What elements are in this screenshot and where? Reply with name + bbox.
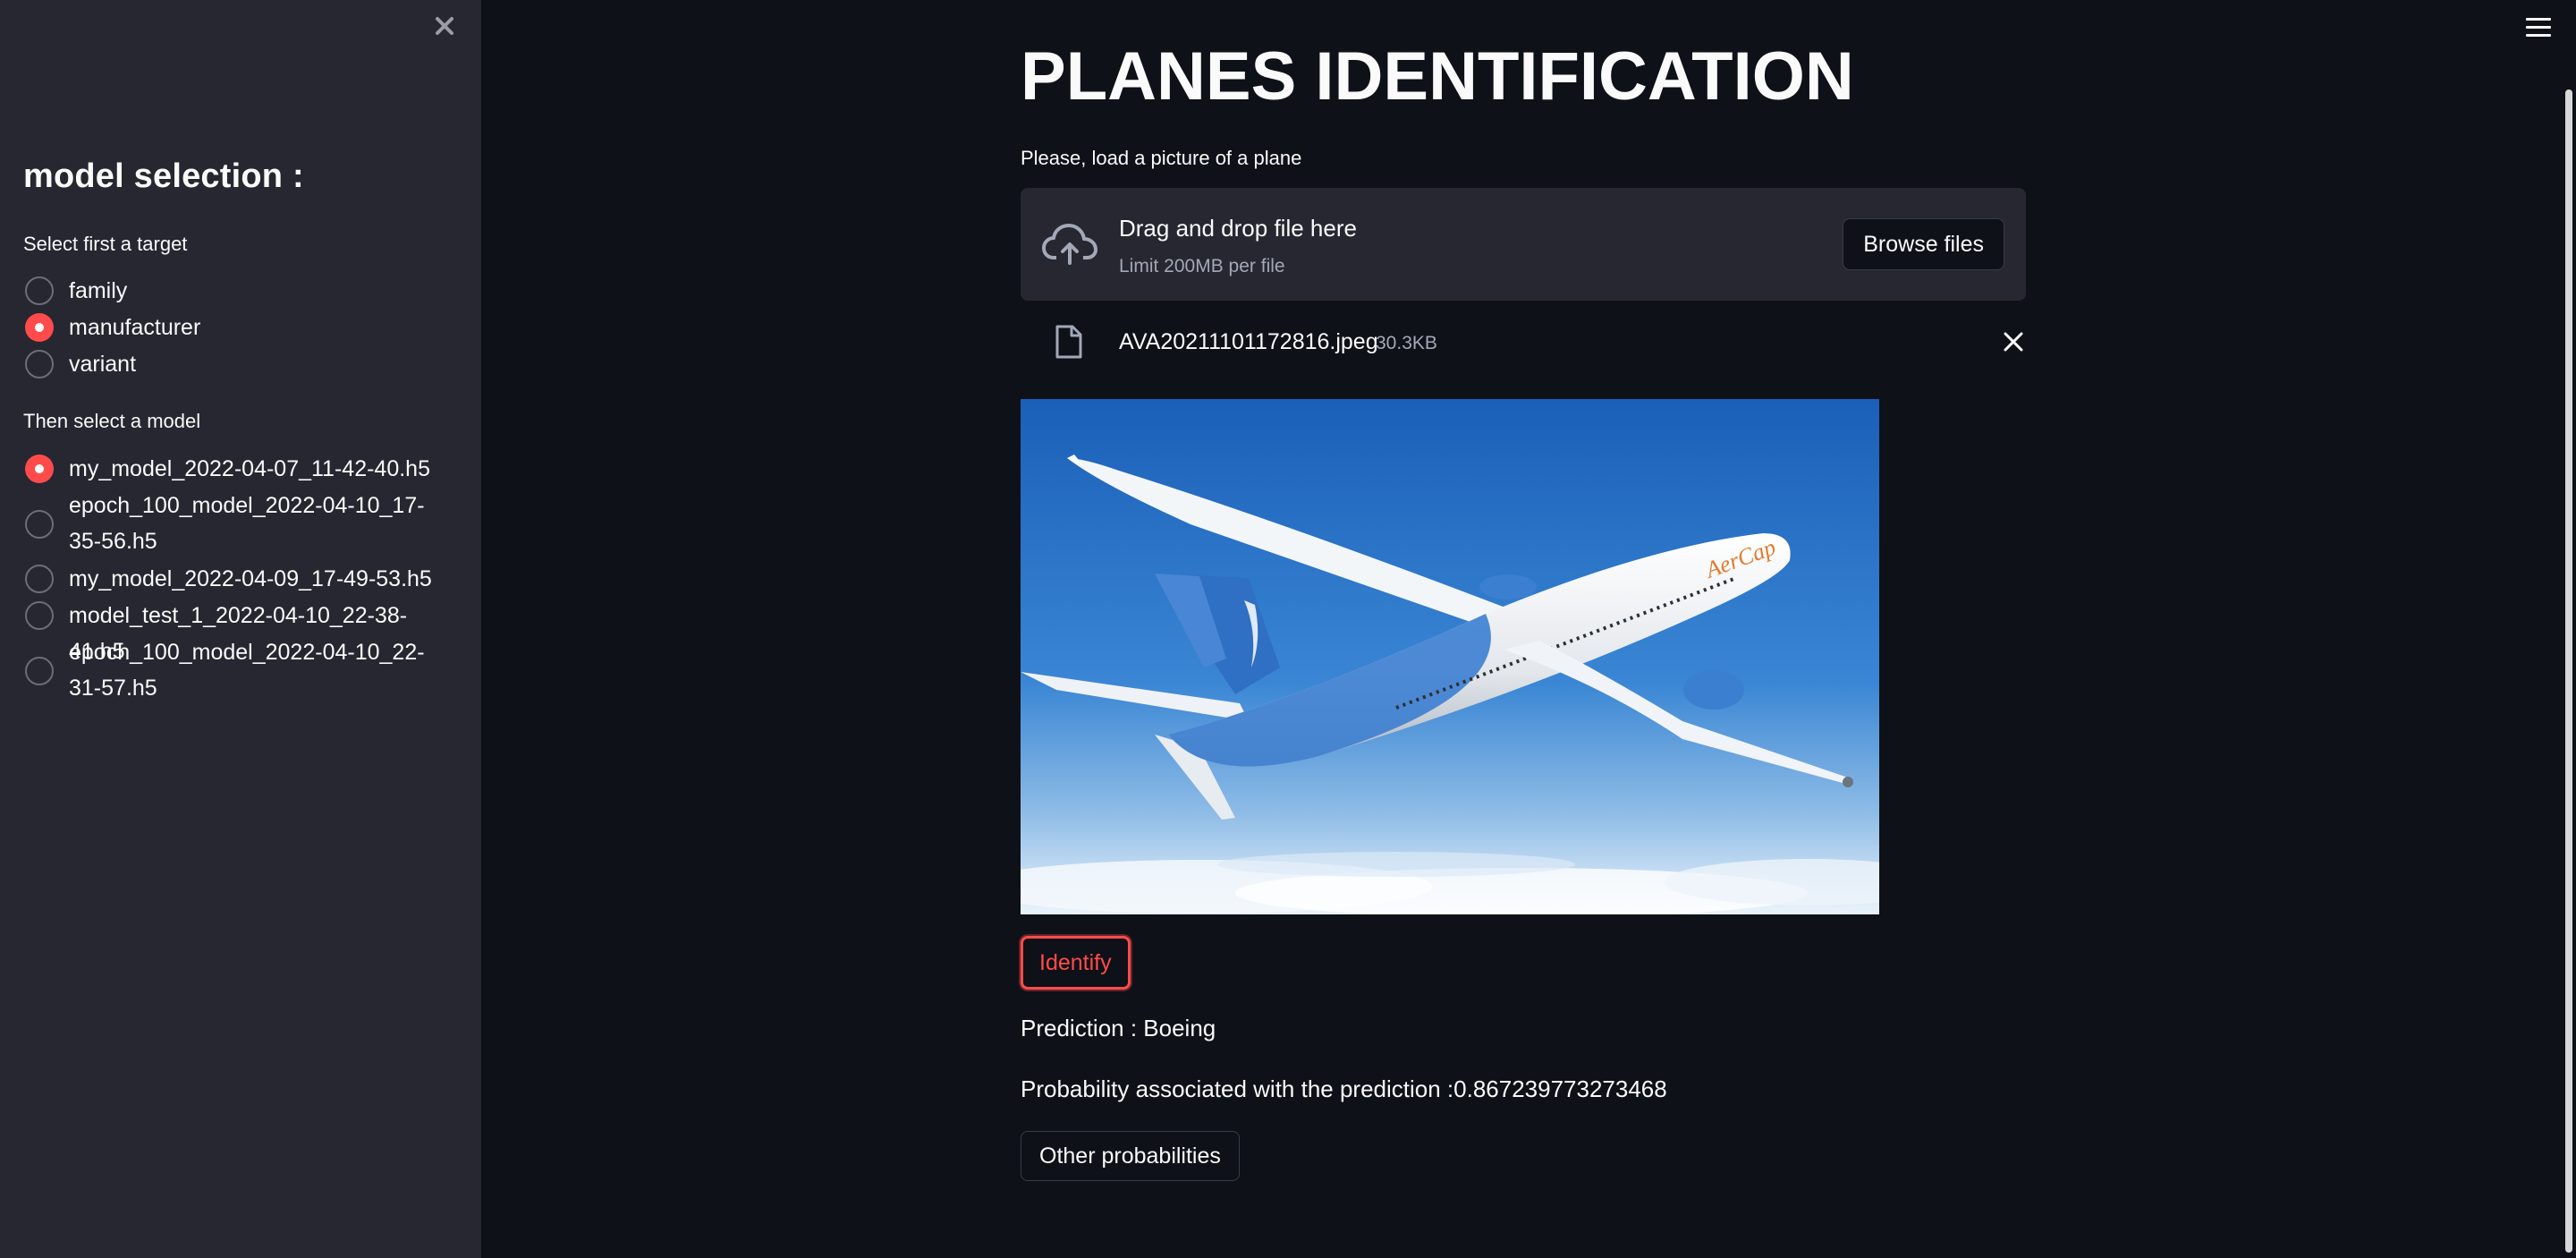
- radio-label: my_model_2022-04-07_11-42-40.h5: [69, 456, 430, 481]
- file-name: AVA20211101172816.jpeg: [1119, 329, 1378, 354]
- sidebar-title: model selection :: [23, 157, 304, 195]
- cloud-upload-icon: [1042, 224, 1097, 265]
- plane-photo: AerCap: [1021, 399, 1879, 914]
- model-option-2[interactable]: epoch_100_model_2022-04-10_17-35-56.h5: [23, 488, 453, 561]
- remove-file-button[interactable]: [2003, 331, 2024, 353]
- menu-line: [2526, 34, 2551, 37]
- prediction-text: Prediction : Boeing: [1021, 1015, 1216, 1041]
- model-option-1[interactable]: my_model_2022-04-07_11-42-40.h5: [23, 451, 453, 488]
- radio-label: family: [69, 278, 128, 303]
- model-option-5[interactable]: epoch_100_model_2022-04-10_22-31-57.h5: [23, 634, 453, 708]
- identify-button[interactable]: Identify: [1021, 936, 1131, 990]
- file-size: 30.3KB: [1376, 333, 1437, 353]
- radio-label: epoch_100_model_2022-04-10_17-35-56.h5: [69, 493, 425, 554]
- model-group-label: Then select a model: [23, 410, 201, 432]
- radio-unchecked-icon: [25, 276, 54, 305]
- menu-line: [2526, 18, 2551, 21]
- target-group-label: Select first a target: [23, 233, 188, 255]
- menu-line: [2526, 26, 2551, 29]
- target-radio-group: family manufacturer variant: [23, 273, 453, 383]
- radio-label: manufacturer: [69, 315, 201, 340]
- scrollbar[interactable]: [2565, 89, 2572, 1253]
- main-area: PLANES IDENTIFICATION Please, load a pic…: [481, 0, 2576, 1258]
- radio-unchecked-icon: [25, 565, 54, 593]
- page-title: PLANES IDENTIFICATION: [1021, 38, 1854, 115]
- hamburger-menu-button[interactable]: [2526, 18, 2551, 43]
- radio-label: variant: [69, 352, 137, 377]
- radio-unchecked-icon: [25, 601, 54, 630]
- model-option-4[interactable]: model_test_1_2022-04-10_22-38-41.h5: [23, 598, 453, 664]
- upload-label: Please, load a picture of a plane: [1021, 147, 1302, 169]
- uploaded-file-row: AVA20211101172816.jpeg 30.3KB: [1021, 315, 2026, 369]
- radio-unchecked-icon: [25, 510, 54, 539]
- target-option-family[interactable]: family: [23, 273, 453, 310]
- probability-text: Probability associated with the predicti…: [1021, 1075, 1667, 1102]
- model-option-3[interactable]: my_model_2022-04-09_17-49-53.h5: [23, 561, 453, 598]
- target-option-variant[interactable]: variant: [23, 346, 453, 383]
- radio-checked-icon: [25, 313, 54, 342]
- dropzone-limit: Limit 200MB per file: [1119, 256, 1285, 276]
- sidebar: model selection : Select first a target …: [0, 0, 481, 1258]
- radio-label: epoch_100_model_2022-04-10_22-31-57.h5: [69, 640, 425, 701]
- radio-unchecked-icon: [25, 350, 54, 378]
- other-probabilities-button[interactable]: Other probabilities: [1021, 1131, 1240, 1181]
- radio-unchecked-icon: [25, 657, 54, 685]
- model-radio-group: my_model_2022-04-07_11-42-40.h5 epoch_10…: [23, 451, 453, 708]
- target-option-manufacturer[interactable]: manufacturer: [23, 310, 453, 346]
- dropzone-title: Drag and drop file here: [1119, 215, 1357, 242]
- radio-checked-icon: [25, 455, 54, 483]
- browse-files-button[interactable]: Browse files: [1843, 218, 2004, 270]
- radio-label: my_model_2022-04-09_17-49-53.h5: [69, 566, 432, 591]
- file-dropzone[interactable]: Drag and drop file here Limit 200MB per …: [1021, 188, 2026, 301]
- close-icon: [436, 17, 453, 35]
- close-sidebar-button[interactable]: [429, 11, 460, 41]
- uploaded-plane-image: AerCap: [1021, 399, 1879, 914]
- file-icon: [1055, 325, 1082, 359]
